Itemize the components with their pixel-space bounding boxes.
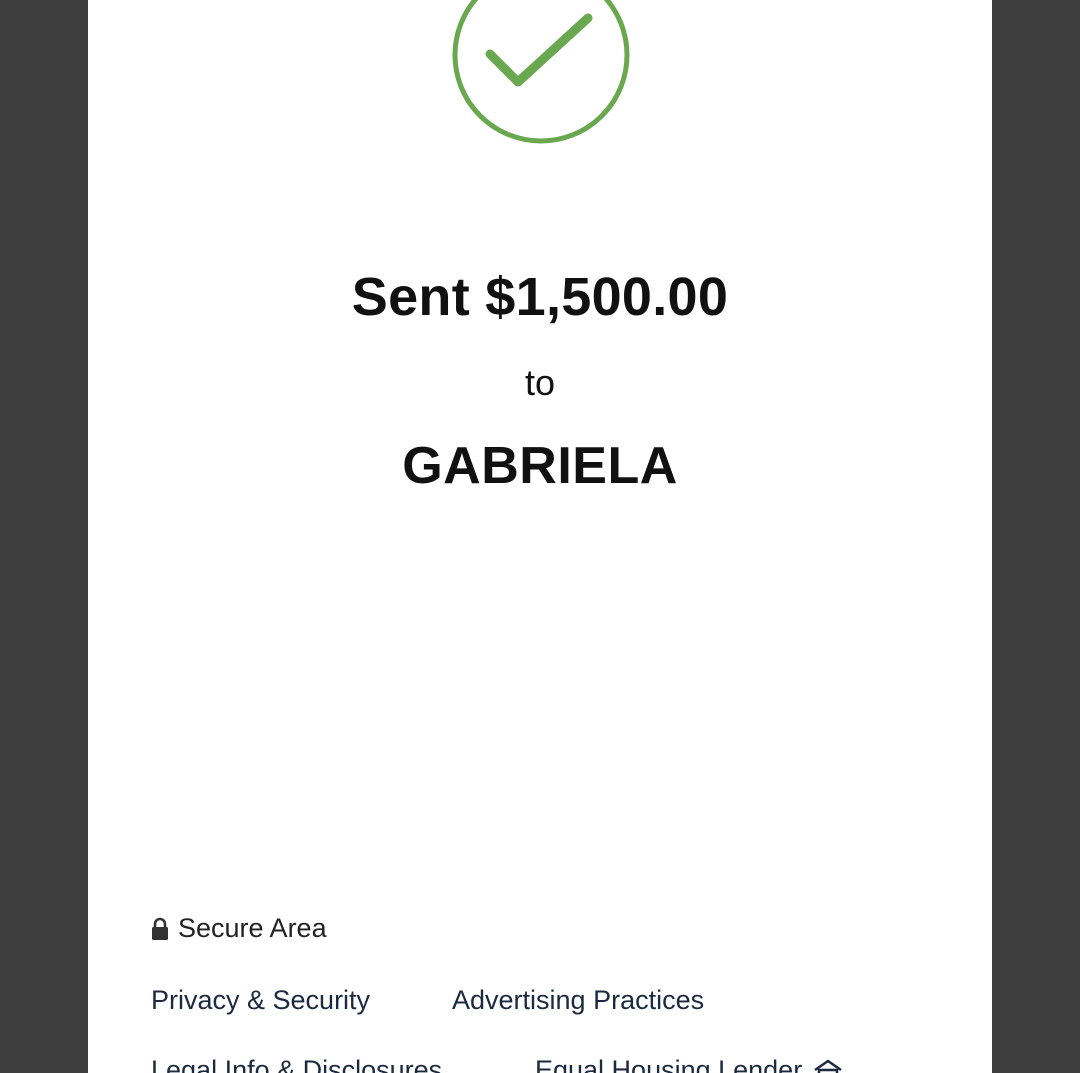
legal-info-link[interactable]: Legal Info & Disclosures	[151, 1055, 442, 1073]
device-frame: Sent $1,500.00 to GABRIELA Secure Area P…	[0, 0, 1080, 1073]
connector-text: to	[524, 362, 556, 403]
house-icon	[812, 1058, 844, 1073]
confirmation-screen: Sent $1,500.00 to GABRIELA Secure Area P…	[88, 0, 992, 1073]
equal-housing-lender-text: Equal Housing Lender	[535, 1055, 803, 1073]
secure-area-text: Secure Area	[178, 913, 327, 943]
lock-icon	[150, 917, 170, 941]
privacy-security-link[interactable]: Privacy & Security	[151, 985, 370, 1016]
secure-area-label: Secure Area	[150, 913, 327, 944]
advertising-practices-link[interactable]: Advertising Practices	[452, 985, 704, 1016]
sent-amount-heading: Sent $1,500.00	[351, 267, 729, 327]
check-circle-icon	[452, 0, 630, 144]
equal-housing-lender-link[interactable]: Equal Housing Lender	[535, 1055, 844, 1073]
recipient-name: GABRIELA	[402, 437, 678, 495]
